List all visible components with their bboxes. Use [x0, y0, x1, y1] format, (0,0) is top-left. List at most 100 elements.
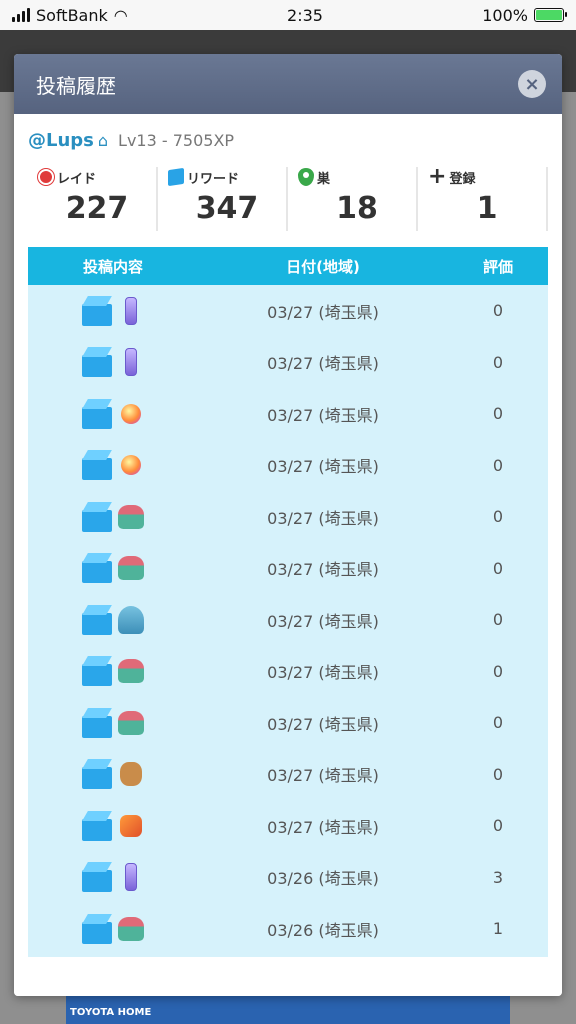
- table-body: 03/27 (埼玉県) 0 03/27 (埼玉県) 0 03/27 (埼玉県) 0 03/2…: [28, 285, 548, 957]
- row-rating: 0: [492, 507, 504, 527]
- row-date: 03/27 (埼玉県): [267, 457, 379, 477]
- close-button[interactable]: ×: [518, 70, 546, 98]
- research-cube-icon: [82, 604, 112, 635]
- potion-icon: [118, 347, 144, 377]
- table-row[interactable]: 03/26 (埼玉県)5: [28, 955, 548, 958]
- row-content: [28, 398, 198, 429]
- table-row[interactable]: 03/27 (埼玉県) 0: [28, 800, 548, 852]
- row-rating: 0: [492, 764, 504, 784]
- header-date: 日付(地域): [286, 257, 360, 276]
- modal-header: 投稿履歴 ×: [14, 54, 562, 114]
- row-rating: 0: [492, 713, 504, 733]
- wifi-icon: ◠: [113, 5, 128, 25]
- lapras-icon: [118, 605, 144, 635]
- table-header: 投稿内容 日付(地域) 評価: [28, 247, 548, 285]
- table-row[interactable]: 03/26 (埼玉県) 3: [28, 852, 548, 904]
- row-date: 03/27 (埼玉県): [267, 611, 379, 631]
- table-row[interactable]: 03/26 (埼玉県) 1: [28, 903, 548, 955]
- table-row[interactable]: 03/27 (埼玉県) 0: [28, 749, 548, 801]
- level-text: Lv13 - 7505XP: [118, 131, 235, 150]
- research-cube-icon: [82, 553, 112, 584]
- row-date: 03/27 (埼玉県): [267, 302, 379, 322]
- stat-label: リワード: [187, 171, 240, 187]
- table-row[interactable]: 03/27 (埼玉県) 0: [28, 697, 548, 749]
- row-date: 03/27 (埼玉県): [267, 560, 379, 580]
- berry-icon: [118, 450, 144, 480]
- home-icon: ⌂: [97, 131, 109, 150]
- row-rating: 0: [492, 610, 504, 630]
- research-cube-icon: [82, 707, 112, 738]
- research-cube-icon: [82, 450, 112, 481]
- row-rating: 0: [492, 301, 504, 321]
- status-bar: SoftBank ◠ 2:35 100%: [0, 0, 576, 30]
- row-content: [28, 553, 198, 584]
- research-cube-icon: [82, 810, 112, 841]
- potion-icon: [118, 862, 144, 892]
- table-row[interactable]: 03/27 (埼玉県) 0: [28, 491, 548, 543]
- battery-icon: [533, 8, 567, 22]
- table-row[interactable]: 03/27 (埼玉県) 0: [28, 594, 548, 646]
- row-rating: 0: [492, 558, 504, 578]
- stat-nest: 巣 18: [288, 167, 418, 231]
- history-table[interactable]: 投稿内容 日付(地域) 評価 03/27 (埼玉県) 0 03/27 (埼玉県) 0 0…: [28, 247, 548, 957]
- table-row[interactable]: 03/27 (埼玉県) 0: [28, 337, 548, 389]
- research-cube-icon: [82, 398, 112, 429]
- venusaur-icon: [118, 914, 144, 944]
- stats-row: レイド 227 リワード 347 巣 18 + 登録 1: [28, 164, 548, 231]
- row-date: 03/27 (埼玉県): [267, 663, 379, 683]
- ad-text: TOYOTA HOME: [70, 1007, 152, 1018]
- stat-raid: レイド 227: [28, 167, 158, 231]
- row-content: [28, 450, 198, 481]
- table-row[interactable]: 03/27 (埼玉県) 0: [28, 388, 548, 440]
- stat-value: 18: [336, 191, 378, 226]
- table-row[interactable]: 03/27 (埼玉県) 0: [28, 543, 548, 595]
- venusaur-icon: [118, 656, 144, 686]
- cube-icon: [168, 167, 184, 187]
- row-rating: 0: [492, 455, 504, 475]
- row-rating: 0: [492, 661, 504, 681]
- research-cube-icon: [82, 862, 112, 893]
- row-content: [28, 347, 198, 378]
- battery-percent: 100%: [482, 5, 528, 25]
- close-icon: ×: [524, 73, 540, 95]
- row-rating: 3: [492, 867, 504, 887]
- history-modal: 投稿履歴 × @Lups ⌂ Lv13 - 7505XP レイド 227 リワー…: [14, 54, 562, 996]
- research-cube-icon: [82, 759, 112, 790]
- stat-reward: リワード 347: [158, 167, 288, 231]
- row-rating: 0: [492, 352, 504, 372]
- row-rating: 0: [492, 816, 504, 836]
- table-row[interactable]: 03/27 (埼玉県) 0: [28, 646, 548, 698]
- row-date: 03/27 (埼玉県): [267, 714, 379, 734]
- candy-icon: [118, 811, 144, 841]
- row-content: [28, 759, 198, 790]
- row-content: [28, 913, 198, 944]
- stat-label: 登録: [449, 171, 476, 187]
- table-row[interactable]: 03/27 (埼玉県) 0: [28, 285, 548, 337]
- row-content: [28, 862, 198, 893]
- stat-value: 347: [195, 191, 259, 226]
- raid-icon: [38, 169, 54, 185]
- research-cube-icon: [82, 347, 112, 378]
- carrier-label: SoftBank: [36, 5, 108, 25]
- row-date: 03/27 (埼玉県): [267, 354, 379, 374]
- venusaur-icon: [118, 553, 144, 583]
- row-content: [28, 295, 198, 326]
- status-right: 100%: [482, 5, 567, 25]
- table-row[interactable]: 03/27 (埼玉県) 0: [28, 440, 548, 492]
- row-date: 03/27 (埼玉県): [267, 817, 379, 837]
- venusaur-icon: [118, 708, 144, 738]
- modal-title: 投稿履歴: [36, 73, 116, 98]
- username[interactable]: @Lups: [28, 130, 94, 151]
- stat-label: 巣: [317, 171, 331, 187]
- potion-icon: [118, 296, 144, 326]
- venusaur-icon: [118, 502, 144, 532]
- plus-icon: +: [428, 164, 447, 189]
- row-date: 03/27 (埼玉県): [267, 508, 379, 528]
- row-content: [28, 810, 198, 841]
- status-left: SoftBank ◠: [12, 6, 128, 25]
- header-rating: 評価: [482, 257, 513, 276]
- clock: 2:35: [287, 5, 323, 25]
- row-date: 03/26 (埼玉県): [267, 920, 379, 940]
- nest-pin-icon: [298, 168, 314, 186]
- row-rating: 0: [492, 404, 504, 424]
